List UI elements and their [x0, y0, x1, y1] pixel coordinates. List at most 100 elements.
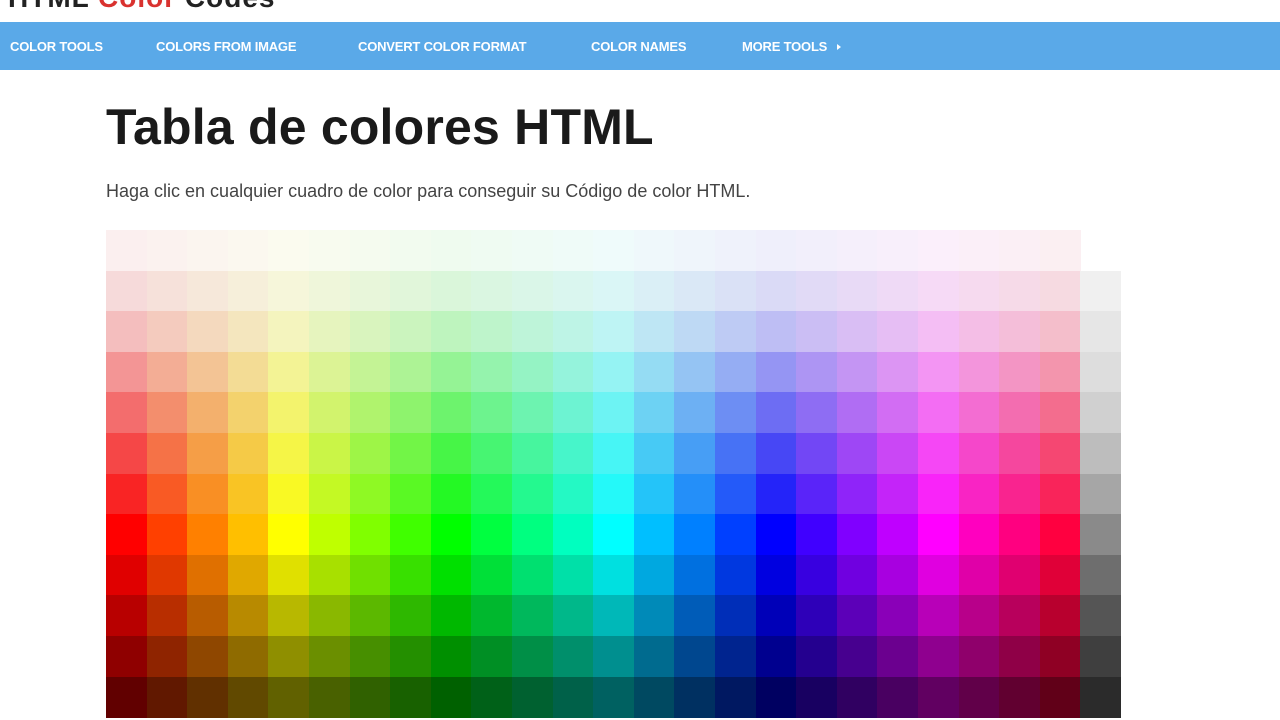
color-swatch[interactable]: [958, 351, 1000, 393]
color-swatch[interactable]: [958, 473, 1000, 515]
color-swatch[interactable]: [349, 473, 391, 515]
color-swatch[interactable]: [715, 473, 756, 515]
color-swatch[interactable]: [999, 230, 1041, 271]
color-swatch[interactable]: [593, 230, 635, 271]
color-swatch[interactable]: [390, 473, 432, 515]
color-swatch[interactable]: [633, 636, 675, 677]
color-swatch[interactable]: [227, 351, 269, 393]
color-swatch[interactable]: [877, 676, 919, 718]
color-swatch[interactable]: [390, 514, 432, 556]
color-swatch[interactable]: [674, 433, 716, 474]
color-swatch[interactable]: [918, 433, 959, 474]
color-swatch[interactable]: [796, 595, 838, 637]
color-swatch[interactable]: [512, 595, 553, 637]
color-swatch[interactable]: [715, 230, 756, 271]
color-swatch[interactable]: [1039, 514, 1081, 556]
color-swatch[interactable]: [268, 351, 310, 393]
color-swatch[interactable]: [593, 473, 635, 515]
color-swatch[interactable]: [146, 433, 188, 474]
color-swatch[interactable]: [187, 514, 229, 556]
color-swatch[interactable]: [1039, 636, 1081, 677]
color-swatch[interactable]: [146, 514, 188, 556]
color-swatch[interactable]: [836, 554, 878, 596]
color-swatch[interactable]: [512, 514, 553, 556]
color-swatch[interactable]: [552, 473, 594, 515]
color-swatch[interactable]: [1039, 270, 1081, 312]
color-swatch[interactable]: [877, 433, 919, 474]
color-swatch[interactable]: [512, 392, 553, 434]
color-swatch[interactable]: [512, 473, 553, 515]
color-swatch[interactable]: [430, 392, 472, 434]
color-swatch[interactable]: [552, 311, 594, 353]
color-swatch[interactable]: [958, 514, 1000, 556]
color-swatch[interactable]: [309, 230, 350, 271]
color-swatch[interactable]: [227, 473, 269, 515]
color-swatch[interactable]: [471, 351, 513, 393]
color-swatch[interactable]: [227, 433, 269, 474]
color-swatch[interactable]: [471, 270, 513, 312]
color-swatch[interactable]: [877, 595, 919, 637]
color-swatch[interactable]: [593, 311, 635, 353]
color-swatch[interactable]: [674, 270, 716, 312]
gray-swatch[interactable]: [1080, 270, 1122, 312]
color-swatch[interactable]: [106, 230, 147, 271]
nav-convert-color-format[interactable]: CONVERT COLOR FORMAT: [358, 39, 527, 54]
color-swatch[interactable]: [430, 311, 472, 353]
color-swatch[interactable]: [836, 595, 878, 637]
color-swatch[interactable]: [715, 270, 756, 312]
color-swatch[interactable]: [877, 270, 919, 312]
color-swatch[interactable]: [512, 230, 553, 271]
color-swatch[interactable]: [471, 636, 513, 677]
color-swatch[interactable]: [796, 554, 838, 596]
color-swatch[interactable]: [593, 270, 635, 312]
color-swatch[interactable]: [552, 636, 594, 677]
color-swatch[interactable]: [349, 230, 391, 271]
color-swatch[interactable]: [187, 311, 229, 353]
color-swatch[interactable]: [715, 514, 756, 556]
color-swatch[interactable]: [674, 676, 716, 718]
color-swatch[interactable]: [755, 351, 797, 393]
color-swatch[interactable]: [106, 554, 147, 596]
color-swatch[interactable]: [106, 270, 147, 312]
color-swatch[interactable]: [877, 554, 919, 596]
color-swatch[interactable]: [674, 554, 716, 596]
color-swatch[interactable]: [187, 636, 229, 677]
color-swatch[interactable]: [999, 554, 1041, 596]
color-swatch[interactable]: [146, 270, 188, 312]
color-swatch[interactable]: [633, 230, 675, 271]
color-swatch[interactable]: [187, 554, 229, 596]
color-swatch[interactable]: [836, 351, 878, 393]
color-swatch[interactable]: [1039, 595, 1081, 637]
color-swatch[interactable]: [390, 595, 432, 637]
color-swatch[interactable]: [958, 636, 1000, 677]
color-swatch[interactable]: [918, 676, 959, 718]
color-swatch[interactable]: [552, 392, 594, 434]
color-swatch[interactable]: [146, 554, 188, 596]
color-swatch[interactable]: [715, 311, 756, 353]
color-swatch[interactable]: [268, 433, 310, 474]
color-swatch[interactable]: [877, 636, 919, 677]
color-swatch[interactable]: [836, 311, 878, 353]
color-swatch[interactable]: [512, 554, 553, 596]
color-swatch[interactable]: [836, 270, 878, 312]
color-swatch[interactable]: [430, 433, 472, 474]
color-swatch[interactable]: [633, 270, 675, 312]
color-swatch[interactable]: [593, 595, 635, 637]
color-swatch[interactable]: [715, 595, 756, 637]
color-swatch[interactable]: [106, 392, 147, 434]
color-swatch[interactable]: [106, 676, 147, 718]
color-swatch[interactable]: [877, 473, 919, 515]
color-swatch[interactable]: [187, 351, 229, 393]
color-swatch[interactable]: [187, 392, 229, 434]
color-swatch[interactable]: [755, 433, 797, 474]
color-swatch[interactable]: [958, 595, 1000, 637]
color-swatch[interactable]: [999, 311, 1041, 353]
color-swatch[interactable]: [309, 514, 350, 556]
color-swatch[interactable]: [309, 636, 350, 677]
color-swatch[interactable]: [349, 270, 391, 312]
color-swatch[interactable]: [268, 676, 310, 718]
color-swatch[interactable]: [1039, 230, 1081, 271]
color-swatch[interactable]: [877, 311, 919, 353]
color-swatch[interactable]: [836, 636, 878, 677]
color-swatch[interactable]: [755, 311, 797, 353]
